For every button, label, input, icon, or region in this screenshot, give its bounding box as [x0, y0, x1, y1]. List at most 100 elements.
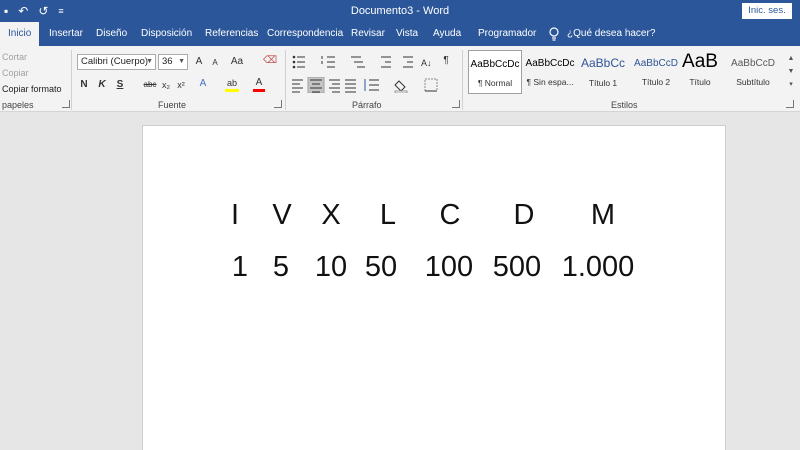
arabic-value: 500 — [492, 251, 542, 283]
chevron-down-icon: ▼ — [178, 58, 185, 65]
align-left-icon[interactable] — [292, 79, 303, 93]
tab-revisar[interactable]: Revisar — [351, 22, 385, 46]
clipboard-group-label: papeles — [2, 100, 34, 110]
change-case-button[interactable]: Aa — [230, 55, 244, 71]
list-buttons: A↓ — [292, 55, 432, 69]
font-launcher-icon[interactable] — [274, 100, 282, 108]
scroll-up-icon[interactable]: ▲ — [786, 52, 796, 65]
grow-font-button[interactable]: A — [193, 55, 205, 71]
style-no-spacing[interactable]: AaBbCcDc ¶ Sin espa... — [523, 50, 577, 94]
lightbulb-icon — [549, 27, 559, 41]
style-name: Título 1 — [588, 78, 618, 88]
arabic-value: 50 — [364, 251, 398, 283]
roman-numeral: V — [272, 199, 292, 231]
style-name: ¶ Normal — [477, 78, 513, 88]
tab-vista[interactable]: Vista — [396, 22, 418, 46]
style-normal[interactable]: AaBbCcDc ¶ Normal — [468, 50, 522, 94]
subscript-button[interactable]: x₂ — [160, 78, 172, 94]
styles-group-label: Estilos — [611, 100, 638, 110]
numbering-icon[interactable] — [321, 56, 335, 68]
bullets-icon[interactable] — [292, 55, 305, 69]
multilevel-list-icon[interactable] — [351, 56, 365, 68]
style-heading-1[interactable]: AaBbCc Título 1 — [576, 50, 630, 94]
signin-button[interactable]: Inic. ses. — [742, 3, 792, 19]
clear-formatting-icon[interactable]: ⌫ — [263, 54, 277, 70]
style-preview: AaBbCcDc — [525, 58, 575, 69]
tab-ayuda[interactable]: Ayuda — [433, 22, 461, 46]
style-preview: AaBbCcDc — [470, 59, 520, 70]
arabic-value: 10 — [314, 251, 348, 283]
styles-launcher-icon[interactable] — [786, 100, 794, 108]
arabic-value: 100 — [424, 251, 474, 283]
bold-button[interactable]: N — [78, 78, 90, 94]
font-size-value: 36 — [162, 56, 173, 67]
show-marks-button[interactable]: ¶ — [440, 54, 452, 70]
tab-correspondencia[interactable]: Correspondencia — [267, 22, 343, 46]
style-name: Subtítulo — [736, 77, 770, 87]
paragraph-group-label: Párrafo — [352, 100, 382, 110]
arabic-value: 1 — [231, 251, 249, 283]
style-preview: AaB — [682, 51, 718, 72]
roman-numeral: D — [513, 199, 535, 231]
document-title: Documento3 - Word — [350, 5, 450, 17]
svg-text:A↓: A↓ — [421, 58, 432, 68]
italic-button[interactable]: K — [96, 78, 108, 94]
ribbon-tabs: Inicio Insertar Diseño Disposición Refer… — [0, 22, 800, 46]
roman-numeral: I — [230, 199, 240, 231]
tell-me-search[interactable]: ¿Qué desea hacer? — [567, 22, 655, 46]
font-name-value: Calibri (Cuerpo) — [81, 56, 149, 67]
decrease-indent-icon[interactable] — [381, 56, 391, 68]
underline-button[interactable]: S — [114, 78, 126, 94]
shading-icon[interactable] — [394, 80, 408, 93]
sort-icon[interactable]: A↓ — [421, 58, 432, 68]
strikethrough-button[interactable]: abc — [142, 78, 158, 94]
shrink-font-button[interactable]: A — [209, 56, 221, 72]
tab-programador[interactable]: Programador — [478, 22, 536, 46]
tab-inicio[interactable]: Inicio — [0, 22, 40, 46]
tab-referencias[interactable]: Referencias — [205, 22, 258, 46]
group-separator — [285, 50, 286, 110]
scroll-down-icon[interactable]: ▼ — [786, 65, 796, 78]
text-effects-button[interactable]: A — [197, 77, 209, 93]
roman-numeral: X — [321, 199, 341, 231]
highlight-button[interactable]: ab — [225, 76, 239, 92]
document-area: I V X L C D M 1 5 10 50 100 500 1.000 — [0, 113, 800, 450]
chevron-down-icon: ▼ — [146, 58, 153, 65]
arabic-value: 5 — [272, 251, 290, 283]
style-preview: AaBbCcD — [731, 58, 775, 69]
font-group-label: Fuente — [158, 100, 187, 110]
tab-diseno[interactable]: Diseño — [96, 22, 127, 46]
tab-disposicion[interactable]: Disposición — [141, 22, 192, 46]
style-name: Título — [689, 77, 711, 87]
font-name-combo[interactable]: Calibri (Cuerpo) ▼ — [77, 54, 156, 70]
format-painter-button[interactable]: Copiar formato — [2, 84, 62, 94]
tab-insertar[interactable]: Insertar — [49, 22, 83, 46]
font-color-button[interactable]: A — [253, 76, 265, 92]
clipboard-launcher-icon[interactable] — [62, 100, 70, 108]
font-size-combo[interactable]: 36 ▼ — [158, 54, 188, 70]
group-separator — [462, 50, 463, 110]
increase-indent-icon[interactable] — [403, 56, 413, 68]
title-bar: ▪ ↶ ↺ ≡ Documento3 - Word Inic. ses. — [0, 0, 800, 22]
style-name: ¶ Sin espa... — [526, 77, 574, 87]
roman-numeral: L — [379, 199, 397, 231]
copy-button[interactable]: Copiar — [2, 68, 29, 78]
styles-gallery: AaBbCcDc ¶ Normal AaBbCcDc ¶ Sin espa...… — [466, 50, 786, 94]
style-subtitle[interactable]: AaBbCcD Subtítulo — [726, 50, 780, 94]
roman-numeral: C — [439, 199, 461, 231]
align-center-selected[interactable] — [307, 77, 325, 93]
document-page[interactable]: I V X L C D M 1 5 10 50 100 500 1.000 — [142, 125, 726, 450]
justify-icon[interactable] — [345, 79, 356, 93]
paragraph-launcher-icon[interactable] — [452, 100, 460, 108]
superscript-button[interactable]: x² — [175, 78, 187, 94]
more-styles-icon[interactable]: ▾ — [786, 78, 796, 91]
alignment-buttons — [292, 77, 438, 93]
styles-scroll[interactable]: ▲ ▼ ▾ — [786, 52, 796, 91]
style-preview: AaBbCc — [580, 56, 626, 70]
cut-button[interactable]: Cortar — [2, 52, 27, 62]
align-right-icon[interactable] — [329, 79, 340, 93]
style-title[interactable]: AaB Título — [673, 50, 727, 94]
arabic-value: 1.000 — [561, 251, 635, 283]
borders-icon[interactable] — [424, 78, 438, 92]
line-spacing-icon[interactable] — [364, 79, 379, 91]
